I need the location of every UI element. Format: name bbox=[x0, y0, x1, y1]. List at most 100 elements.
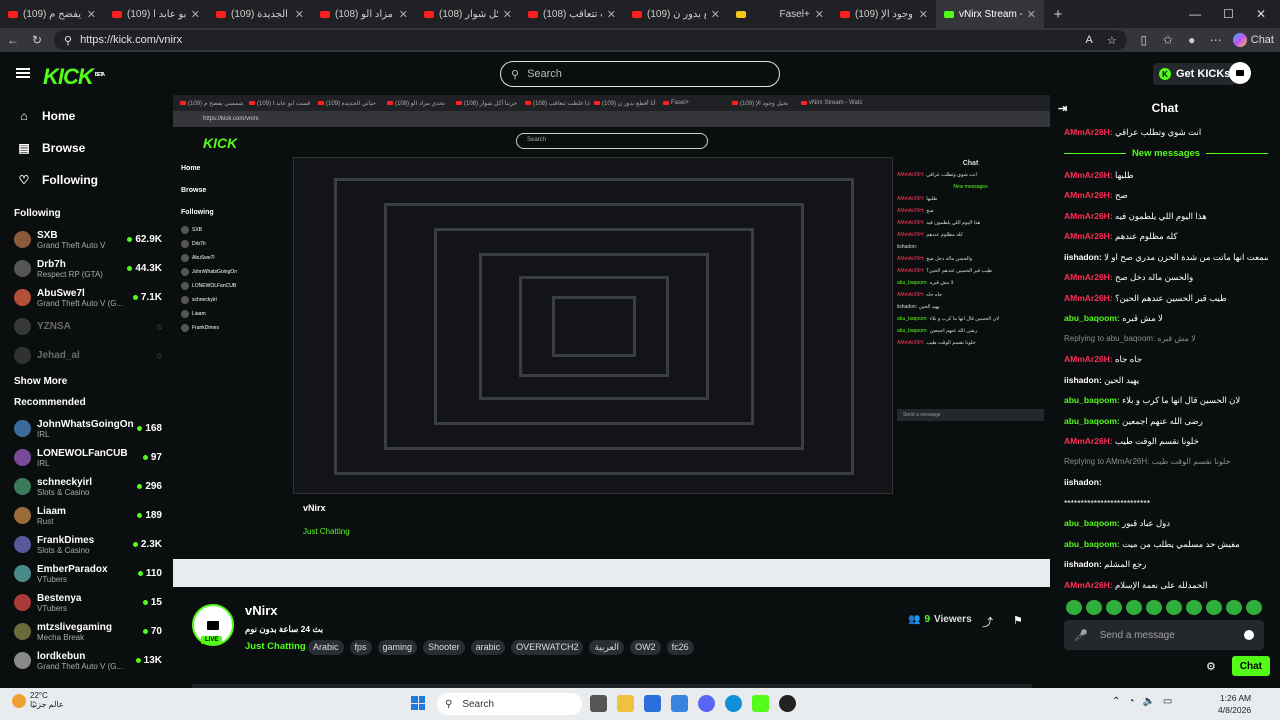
emote-icon[interactable] bbox=[1206, 600, 1222, 615]
browser-tab[interactable]: (109) شمسي يفضح م ✕ bbox=[0, 0, 104, 28]
browser-tab[interactable]: vNirx Stream - Watc ✕ bbox=[936, 0, 1044, 28]
volume-icon[interactable]: 🔈 bbox=[1142, 696, 1154, 707]
edge-icon[interactable] bbox=[725, 695, 742, 712]
browser-tab[interactable]: (109) قست ابو عابد ا ✕ bbox=[104, 0, 208, 28]
browser-tab[interactable]: (108) جربنا أكل شوار ✕ bbox=[416, 0, 520, 28]
back-icon[interactable]: ← bbox=[6, 33, 20, 47]
sidebar-channel[interactable]: EmberParadox VTubers 110 bbox=[14, 559, 172, 588]
tab-close-icon[interactable]: ✕ bbox=[503, 8, 512, 21]
stream-tag[interactable]: Arabic bbox=[308, 640, 344, 655]
emote-icon[interactable] bbox=[1066, 600, 1082, 615]
sidebar-channel[interactable]: Drb7h Respect RP (GTA) 44.3K bbox=[14, 254, 172, 283]
tab-close-icon[interactable]: ✕ bbox=[87, 8, 96, 21]
emote-icon[interactable] bbox=[1166, 600, 1182, 615]
sidebar-channel[interactable]: AbuSwe7l Grand Theft Auto V (G... 7.1K bbox=[14, 283, 172, 312]
stream-tag[interactable]: gaming bbox=[377, 640, 418, 655]
browser-tab[interactable]: (109) حياتي الجديدة ✕ bbox=[208, 0, 312, 28]
chat-input[interactable]: 🎤 Send a message bbox=[1064, 620, 1264, 650]
sidebar-channel[interactable]: SXB Grand Theft Auto V 62.9K bbox=[14, 225, 172, 254]
stream-tag[interactable]: Shooter bbox=[423, 640, 465, 655]
chat-username[interactable]: iishadon: bbox=[1064, 252, 1102, 262]
sidebar-channel[interactable]: LONEWOLFanCUB IRL 97 bbox=[14, 443, 172, 472]
chat-username[interactable]: AMmAr26H: bbox=[1064, 580, 1113, 590]
maximize-icon[interactable]: ☐ bbox=[1223, 7, 1234, 21]
stream-tag[interactable]: fc26 bbox=[666, 640, 694, 655]
close-icon[interactable]: ✕ bbox=[1256, 7, 1266, 21]
video-player[interactable]: (109) شمسي يفضح م (109) قست ابو عابد ا (… bbox=[173, 95, 1050, 587]
collapse-chat-icon[interactable]: ⇥ bbox=[1058, 102, 1067, 115]
stream-category[interactable]: Just Chatting bbox=[245, 641, 306, 652]
emote-icon[interactable] bbox=[1086, 600, 1102, 615]
get-kicks-button[interactable]: K Get KICKs bbox=[1153, 63, 1237, 85]
new-tab-button[interactable]: + bbox=[1044, 6, 1072, 23]
url-field[interactable]: ⚲ https://kick.com/vnirx A ☆ bbox=[54, 30, 1127, 50]
chat-username[interactable]: iishadon: bbox=[1064, 559, 1102, 569]
tab-close-icon[interactable]: ✕ bbox=[815, 8, 824, 21]
chat-username[interactable]: AMmAr26H: bbox=[1064, 170, 1113, 180]
extension-icon[interactable]: ● bbox=[1185, 33, 1199, 47]
browser-tab[interactable]: (109) تخيل وجود الإ ✕ bbox=[832, 0, 936, 28]
windows-start-icon[interactable] bbox=[411, 696, 425, 710]
sidebar-channel[interactable]: Jehad_al ⦸ bbox=[14, 341, 172, 370]
task-view-icon[interactable] bbox=[590, 695, 607, 712]
emoji-icon[interactable] bbox=[1244, 630, 1254, 640]
chat-username[interactable]: abu_baqoom: bbox=[1064, 416, 1120, 426]
chat-username[interactable]: AMmAr26H: bbox=[1064, 127, 1113, 137]
app-icon[interactable] bbox=[779, 695, 796, 712]
browser-tab[interactable]: Fasel+ ✕ bbox=[728, 0, 832, 28]
more-menu-icon[interactable]: ⋯ bbox=[1209, 33, 1223, 47]
show-more-button[interactable]: Show More bbox=[14, 376, 172, 387]
send-chat-button[interactable]: Chat bbox=[1231, 656, 1270, 676]
sidebar-channel[interactable]: YZNSA ⦸ bbox=[14, 312, 172, 341]
store-icon[interactable] bbox=[644, 695, 661, 712]
gear-icon[interactable]: ⚙ bbox=[1206, 660, 1216, 673]
battery-icon[interactable]: ▭ bbox=[1163, 696, 1172, 707]
tab-close-icon[interactable]: ✕ bbox=[191, 8, 200, 21]
file-explorer-icon[interactable] bbox=[617, 695, 634, 712]
chat-username[interactable]: abu_baqoom: bbox=[1064, 313, 1120, 323]
nav-home[interactable]: ⌂ Home bbox=[14, 100, 172, 132]
discord-icon[interactable] bbox=[698, 695, 715, 712]
browser-tab[interactable]: (108) اذا غلطت تتعاقب ✕ bbox=[520, 0, 624, 28]
browser-tab[interactable]: (108) تحدي مزاد الو ✕ bbox=[312, 0, 416, 28]
stream-tag[interactable]: العربية bbox=[589, 640, 625, 655]
chat-username[interactable]: abu_baqoom: bbox=[1064, 539, 1120, 549]
sidebar-channel[interactable]: lordkebun Grand Theft Auto V (G... 13K bbox=[14, 646, 172, 675]
emote-icon[interactable] bbox=[1226, 600, 1242, 615]
site-info-icon[interactable]: ⚲ bbox=[64, 34, 72, 47]
stream-tag[interactable]: arabic bbox=[470, 640, 506, 655]
favorites-icon[interactable]: ✩ bbox=[1161, 33, 1175, 47]
user-avatar[interactable] bbox=[1229, 62, 1251, 84]
tab-close-icon[interactable]: ✕ bbox=[919, 8, 928, 21]
chat-username[interactable]: AMmAr26H: bbox=[1064, 190, 1113, 200]
share-icon[interactable]: ⤴ bbox=[982, 614, 993, 630]
streamer-name[interactable]: vNirx bbox=[245, 603, 278, 618]
chat-username[interactable]: AMmAr26H: bbox=[1064, 231, 1113, 241]
weather-widget[interactable]: 22°C عالم جزئيًا bbox=[12, 691, 64, 709]
tab-close-icon[interactable]: ✕ bbox=[399, 8, 408, 21]
emote-icon[interactable] bbox=[1126, 600, 1142, 615]
chat-username[interactable]: AMmAr26H: bbox=[1064, 272, 1113, 282]
taskbar-search[interactable]: ⚲ Search bbox=[437, 693, 582, 715]
favorite-star-icon[interactable]: ☆ bbox=[1107, 34, 1117, 47]
chat-username[interactable]: abu_baqoom: bbox=[1064, 395, 1120, 405]
stream-tag[interactable]: OVERWATCH2 bbox=[511, 640, 584, 655]
sidebar-channel[interactable]: JohnWhatsGoingOn IRL 168 bbox=[14, 414, 172, 443]
emote-icon[interactable] bbox=[1146, 600, 1162, 615]
minimize-icon[interactable]: — bbox=[1189, 7, 1201, 21]
tab-close-icon[interactable]: ✕ bbox=[295, 8, 304, 21]
taskbar-clock[interactable]: 1:26 AM 4/8/2026 bbox=[1218, 692, 1251, 716]
refresh-icon[interactable]: ↻ bbox=[30, 33, 44, 47]
mic-icon[interactable]: 🎤 bbox=[1074, 629, 1088, 642]
browser-tab[interactable]: (109) أنا أقطع بدور ن ✕ bbox=[624, 0, 728, 28]
chat-username[interactable]: AMmAr26H: bbox=[1064, 211, 1113, 221]
stream-tag[interactable]: OW2 bbox=[630, 640, 661, 655]
stream-tag[interactable]: fps bbox=[349, 640, 372, 655]
follow-icon[interactable]: ⚑ bbox=[1013, 614, 1023, 630]
nav-browse[interactable]: ▤ Browse bbox=[14, 132, 172, 164]
copilot-button[interactable]: Chat bbox=[1232, 33, 1274, 47]
chat-username[interactable]: AMmAr26H: bbox=[1064, 436, 1113, 446]
chevron-up-icon[interactable]: ⌃ bbox=[1112, 696, 1120, 707]
sidebar-channel[interactable]: Bestenya VTubers 15 bbox=[14, 588, 172, 617]
search-input[interactable]: ⚲ Search bbox=[500, 61, 780, 87]
